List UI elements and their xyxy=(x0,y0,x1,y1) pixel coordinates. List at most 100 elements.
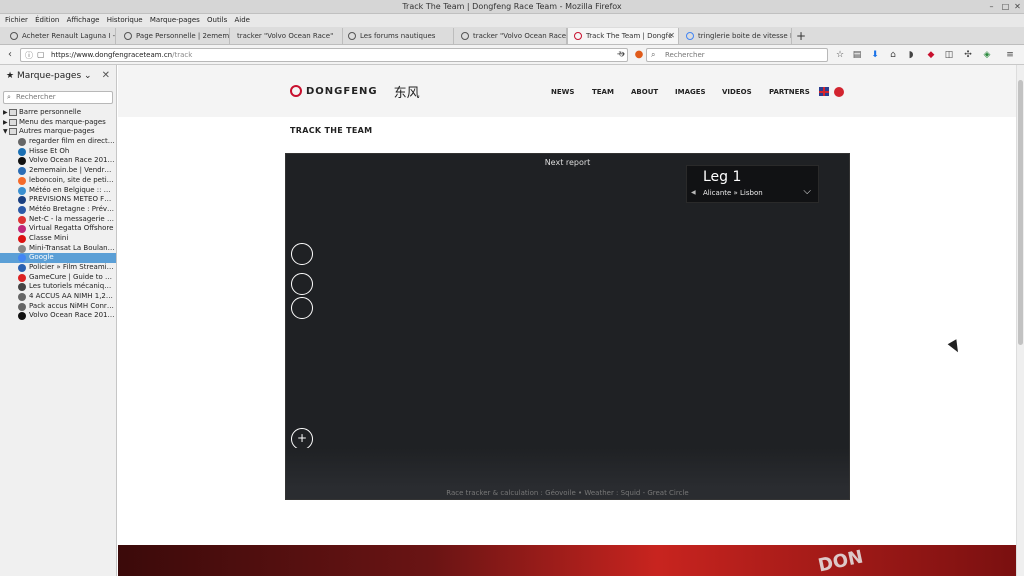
expand-arrow-icon[interactable]: ▶ xyxy=(3,108,8,118)
extension-icon[interactable]: ◆ xyxy=(924,48,938,62)
menu-fichier[interactable]: Fichier xyxy=(0,14,28,24)
tab-page-personnelle[interactable]: Page Personnelle | 2emem xyxy=(118,28,230,44)
bookmark-item[interactable]: Policier » Film Streaming |... xyxy=(0,263,116,273)
tab-strip: Acheter Renault Laguna I - l Page Person… xyxy=(0,27,1024,45)
star-icon: ★ xyxy=(6,71,15,81)
home-icon[interactable]: ⌂ xyxy=(886,48,900,62)
bookmark-item-selected[interactable]: Google xyxy=(0,253,116,263)
dongfeng-logo[interactable]: DONGFENG 东风 xyxy=(290,83,420,101)
tab-favicon-icon xyxy=(461,32,469,40)
bookmark-item[interactable]: Les tutoriels mécanique p... xyxy=(0,282,116,292)
bookmark-item[interactable]: regarder film en direct, str... xyxy=(0,137,116,147)
info-icon[interactable]: ⓘ xyxy=(25,50,33,61)
nav-team[interactable]: TEAM xyxy=(592,88,614,96)
new-tab-icon[interactable]: + xyxy=(796,29,806,43)
site-header: DONGFENG 东风 NEWS TEAM ABOUT IMAGES VIDEO… xyxy=(118,65,1016,117)
bookmark-item[interactable]: Classe Mini xyxy=(0,234,116,244)
logo-text: DONGFENG xyxy=(306,85,378,97)
scrollbar-thumb[interactable] xyxy=(1018,80,1023,345)
previous-leg-icon[interactable]: ◀ xyxy=(691,189,696,196)
race-tracker-map[interactable]: Next report Leg 1 ◀ Alicante » Lisbon ⌵ … xyxy=(285,153,850,500)
bookmark-favicon-icon xyxy=(18,244,26,253)
bookmark-item[interactable]: GameCure | Guide to Root... xyxy=(0,273,116,283)
hero-brand-text: DON xyxy=(816,546,866,576)
menu-affichage[interactable]: Affichage xyxy=(62,14,100,24)
go-arrow-icon[interactable]: → xyxy=(614,48,628,62)
bookmark-item[interactable]: Volvo Ocean Race 2017 - 2... xyxy=(0,311,116,321)
search-bar[interactable]: ⌕ xyxy=(646,48,828,62)
bookmark-favicon-icon xyxy=(18,264,26,272)
expand-arrow-icon[interactable]: ▶ xyxy=(3,118,8,128)
tab-label: Acheter Renault Laguna I - l xyxy=(22,32,116,40)
close-sidebar-icon[interactable]: ✕ xyxy=(102,70,110,81)
nav-news[interactable]: NEWS xyxy=(551,88,574,96)
flag-china-icon[interactable] xyxy=(834,87,844,97)
menu-aide[interactable]: Aide xyxy=(230,14,250,24)
nav-partners[interactable]: PARTNERS xyxy=(769,88,810,96)
addon-icon[interactable]: ● xyxy=(632,48,646,62)
bookmark-item[interactable]: PREVISIONS METEO FRAN... xyxy=(0,195,116,205)
bookmark-item[interactable]: Météo Bretagne : Prévisio... xyxy=(0,205,116,215)
navigation-bar: ‹ ⓘ ▢ https://www.dongfengraceteam.cn/tr… xyxy=(0,45,1024,65)
nav-about[interactable]: ABOUT xyxy=(631,88,658,96)
folder-barre-personnelle[interactable]: ▶ Barre personnelle xyxy=(0,108,116,118)
map-control-button-3[interactable] xyxy=(291,297,313,319)
bookmark-item[interactable]: leboncoin, site de petites a... xyxy=(0,176,116,186)
bookmark-item[interactable]: 4 ACCUS AA NIMH 1,2V 25... xyxy=(0,292,116,302)
tab-tracker-volvo-1[interactable]: tracker "Volvo Ocean Race" xyxy=(231,28,343,44)
menu-outils[interactable]: Outils xyxy=(202,14,227,24)
back-arrow-icon[interactable]: ‹ xyxy=(3,48,17,62)
bookmark-item[interactable]: Volvo Ocean Race 2017-18 xyxy=(0,156,116,166)
flag-uk-icon[interactable] xyxy=(819,87,829,96)
close-window-icon[interactable]: ✕ xyxy=(1012,1,1023,12)
bookmark-favicon-icon xyxy=(18,167,26,176)
maximize-icon[interactable]: □ xyxy=(1000,1,1011,12)
tab-tringlerie[interactable]: tringlerie boite de vitesse Ft xyxy=(680,28,792,44)
page-content: DONGFENG 东风 NEWS TEAM ABOUT IMAGES VIDEO… xyxy=(118,65,1016,576)
puzzle-icon[interactable]: ✣ xyxy=(961,48,975,62)
sidebar-search[interactable]: ⌕ xyxy=(3,91,113,104)
bookmark-favicon-icon xyxy=(18,215,26,224)
tab-renault-laguna[interactable]: Acheter Renault Laguna I - l xyxy=(4,28,116,44)
bookmark-item[interactable]: Mini-Transat La Boulangèr... xyxy=(0,244,116,254)
map-control-button-1[interactable] xyxy=(291,243,313,265)
tab-tracker-volvo-2[interactable]: tracker "Volvo Ocean Race" xyxy=(455,28,567,44)
nav-videos[interactable]: VIDEOS xyxy=(722,88,752,96)
minimize-icon[interactable]: – xyxy=(986,1,997,12)
pocket-icon[interactable]: ◗ xyxy=(904,48,918,62)
search-input[interactable] xyxy=(665,51,815,59)
bookmark-item[interactable]: Pack accus NiMH Conrad ... xyxy=(0,302,116,312)
bookmark-item[interactable]: Météo en Belgique :: Nos p... xyxy=(0,186,116,196)
folder-autres-marque-pages[interactable]: ▼ Autres marque-pages xyxy=(0,127,116,137)
leg-selector[interactable]: Leg 1 ◀ Alicante » Lisbon ⌵ xyxy=(686,165,819,203)
collapse-arrow-icon[interactable]: ▼ xyxy=(3,127,8,137)
url-bar[interactable]: ⓘ ▢ https://www.dongfengraceteam.cn/trac… xyxy=(20,48,628,62)
menu-edition[interactable]: Édition xyxy=(30,14,59,24)
sidebar-header[interactable]: ★ Marque-pages ⌄ ✕ xyxy=(0,65,116,89)
bookmark-favicon-icon xyxy=(18,234,26,243)
close-tab-icon[interactable]: ✕ xyxy=(668,31,675,40)
tab-track-the-team[interactable]: Track The Team | Dongfe ✕ xyxy=(567,28,679,44)
nav-images[interactable]: IMAGES xyxy=(675,88,706,96)
menu-historique[interactable]: Historique xyxy=(102,14,143,24)
bookmark-item[interactable]: Hisse Et Oh xyxy=(0,147,116,157)
bookmark-item[interactable]: 2ememain.be | Vendre et ... xyxy=(0,166,116,176)
menu-marque-pages[interactable]: Marque-pages xyxy=(145,14,200,24)
bookmark-item[interactable]: Virtual Regatta Offshore xyxy=(0,224,116,234)
share-icon[interactable]: ◈ xyxy=(980,48,994,62)
tab-forums-nautiques[interactable]: Les forums nautiques xyxy=(342,28,454,44)
bookmark-item[interactable]: Net-C - la messagerie eur... xyxy=(0,215,116,225)
download-icon[interactable]: ⬇ xyxy=(868,48,882,62)
map-control-button-2[interactable] xyxy=(291,273,313,295)
sidebar-search-input[interactable] xyxy=(16,93,111,101)
zoom-in-button[interactable]: + xyxy=(291,428,313,450)
bookmark-star-icon[interactable]: ☆ xyxy=(833,48,847,62)
folder-icon xyxy=(9,118,17,126)
tab-label: Les forums nautiques xyxy=(360,32,436,40)
page-scrollbar[interactable] xyxy=(1016,65,1024,576)
folder-menu-marque-pages[interactable]: ▶ Menu des marque-pages xyxy=(0,118,116,128)
screenshot-icon[interactable]: ◫ xyxy=(942,48,956,62)
clipboard-icon[interactable]: ▤ xyxy=(850,48,864,62)
chevron-down-icon[interactable]: ⌵ xyxy=(803,186,811,197)
hamburger-menu-icon[interactable]: ≡ xyxy=(1003,48,1017,62)
